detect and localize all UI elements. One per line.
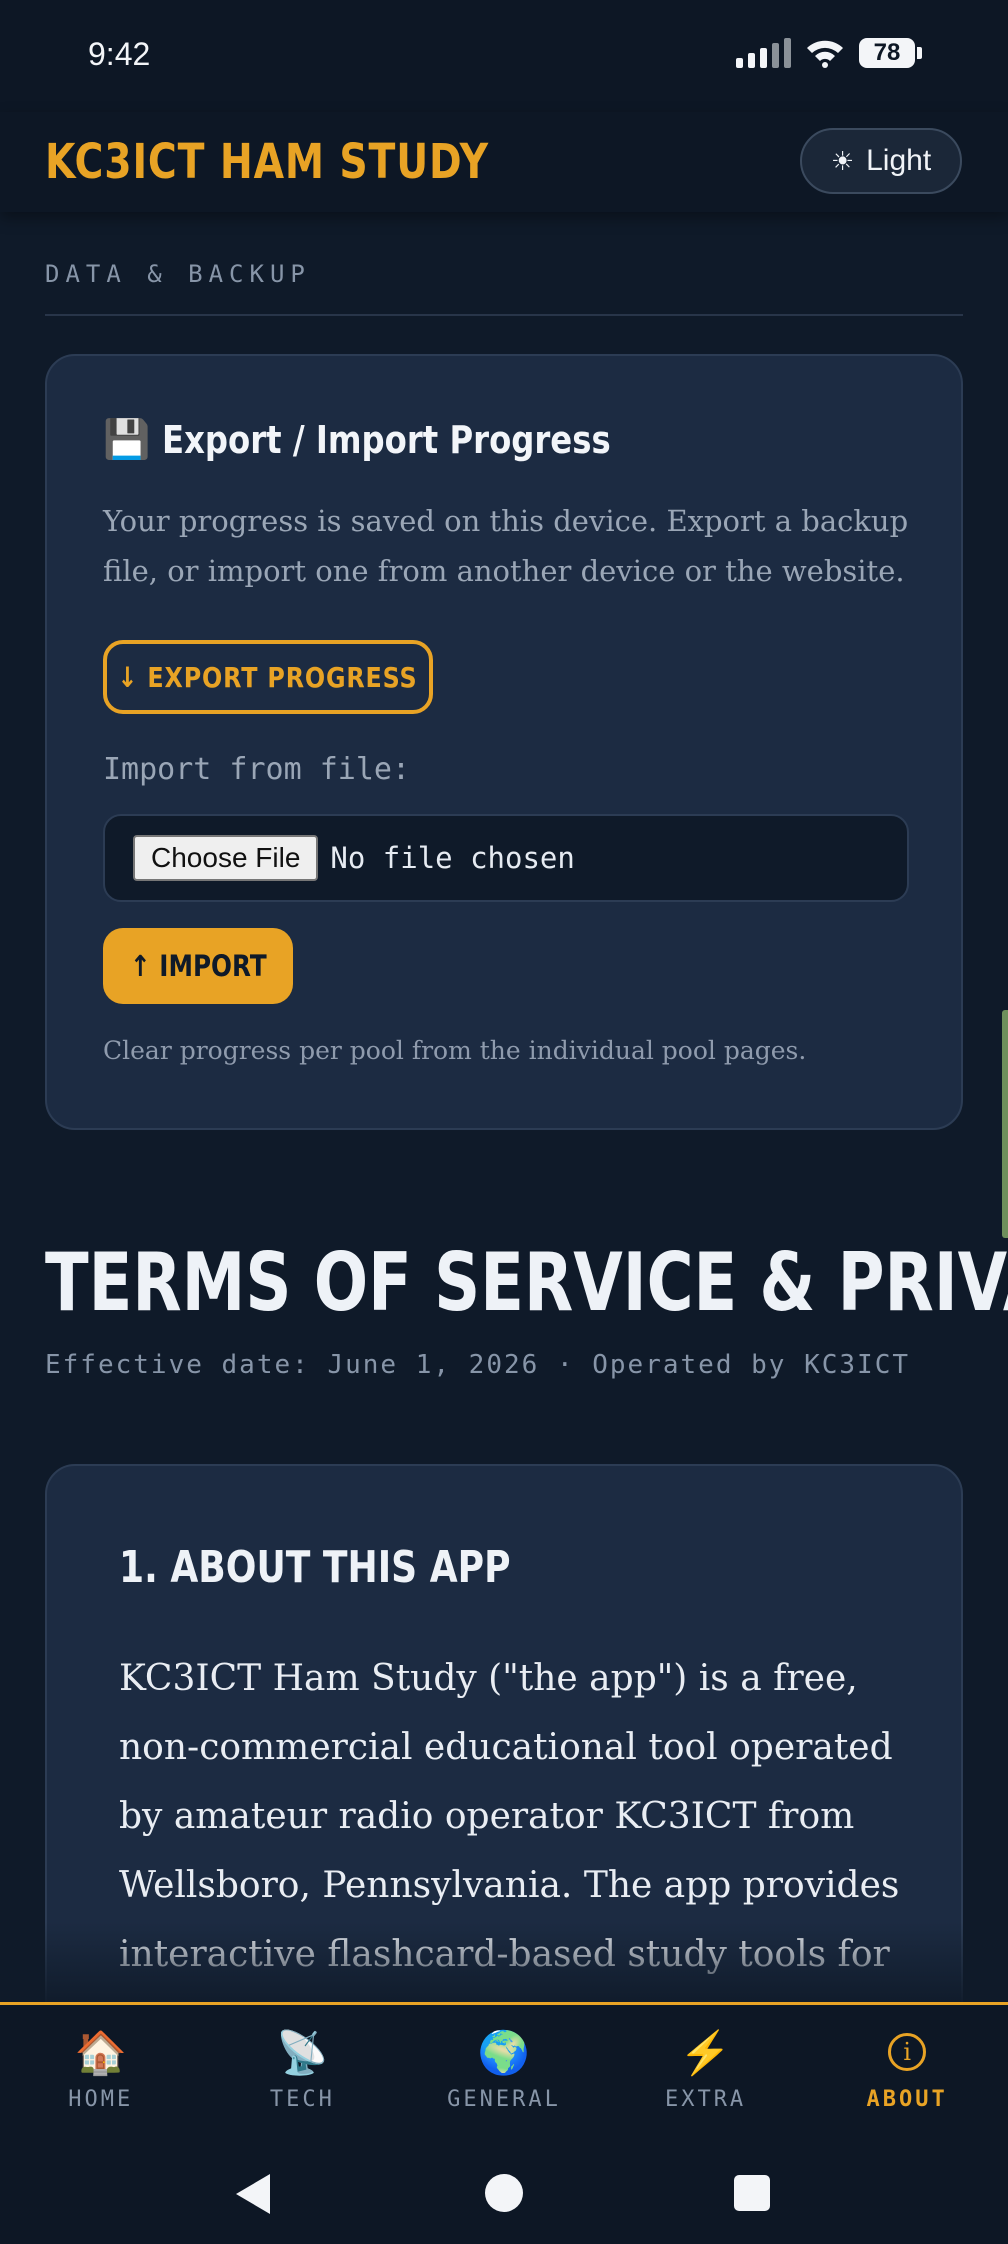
recents-square-icon[interactable] [734,2175,770,2211]
nav-item-tech[interactable]: 📡 TECH [202,2005,404,2144]
battery-level: 78 [859,38,915,68]
card-description: Your progress is saved on this device. E… [103,504,909,588]
nav-label: GENERAL [447,2087,561,2112]
export-progress-label: ↓ EXPORT PROGRESS [117,660,419,694]
system-nav-bar [0,2144,1008,2244]
nav-item-home[interactable]: 🏠 HOME [0,2005,202,2144]
app-header: KC3ICT HAM STUDY ☀ Light [0,112,1008,212]
nav-item-about[interactable]: i ABOUT [806,2005,1008,2144]
wifi-icon [807,40,843,68]
battery-icon: 78 [859,38,922,68]
floppy-disk-icon: 💾 [103,419,151,461]
terms-meta: Effective date: June 1, 2026 · Operated … [45,1350,911,1380]
card-title-text: Export / Import Progress [162,418,611,462]
status-bar: 9:42 78 [0,0,1008,112]
sun-icon: ☀ [830,145,855,176]
section-label: DATA & BACKUP [45,260,311,288]
backup-card: 💾 Export / Import Progress Your progress… [45,354,963,1130]
nav-label: HOME [68,2087,134,2112]
nav-item-general[interactable]: 🌍 GENERAL [403,2005,605,2144]
nav-label: TECH [269,2087,335,2112]
import-label: ↑ IMPORT [129,949,267,983]
globe-icon: 🌍 [477,2029,531,2076]
import-button[interactable]: ↑ IMPORT [103,928,293,1004]
export-progress-button[interactable]: ↓ EXPORT PROGRESS [103,640,433,714]
nav-item-extra[interactable]: ⚡ EXTRA [605,2005,807,2144]
signal-icon [736,38,791,68]
house-icon: 🏠 [74,2029,127,2076]
scrollbar[interactable] [1002,1010,1008,1238]
app-screen: 9:42 78 KC3ICT HAM STUDY ☀ Light DATA & … [0,0,1008,2244]
file-input[interactable]: Choose File No file chosen [103,814,909,902]
import-from-file-label: Import from file: [103,752,411,787]
divider [45,314,963,316]
terms-section-heading: 1. ABOUT THIS APP [119,1542,511,1593]
nav-label: ABOUT [866,2087,948,2112]
app-title[interactable]: KC3ICT HAM STUDY [45,134,489,190]
card-title: 💾 Export / Import Progress [103,418,690,462]
home-circle-icon[interactable] [485,2174,523,2212]
status-time: 9:42 [88,36,151,72]
info-icon: i [888,2033,927,2071]
lightning-icon: ⚡ [679,2029,732,2076]
page-title: TERMS OF SERVICE & PRIVACY [45,1236,1008,1329]
file-status-text: No file chosen [330,841,575,875]
bottom-nav: 🏠 HOME 📡 TECH 🌍 GENERAL ⚡ EXTRA i ABOUT [0,2002,1008,2144]
scroll-fade [0,1922,1008,2002]
theme-toggle-button[interactable]: ☀ Light [800,128,962,194]
main-content[interactable]: DATA & BACKUP 💾 Export / Import Progress… [0,212,1008,2002]
theme-toggle-label: Light [866,144,932,177]
card-note: Clear progress per pool from the individ… [103,1036,807,1065]
info-icon-wrap: i [888,2027,927,2079]
satellite-dish-icon: 📡 [276,2029,329,2076]
nav-label: EXTRA [664,2087,747,2112]
choose-file-button[interactable]: Choose File [133,835,319,881]
status-icons: 78 [736,38,922,68]
back-icon[interactable] [236,2174,270,2214]
